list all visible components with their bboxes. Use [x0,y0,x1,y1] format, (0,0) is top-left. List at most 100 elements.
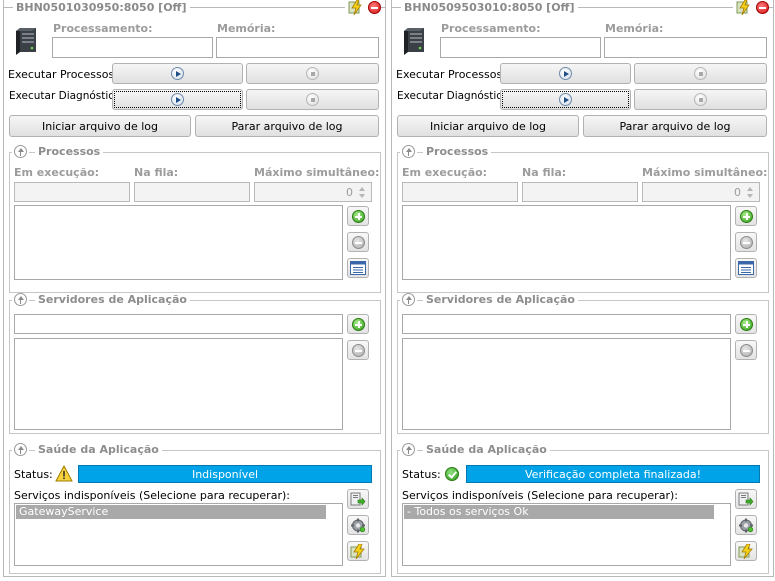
saude-title: Saúde da Aplicação [35,443,162,456]
list-icon [350,261,366,275]
server-icon [404,28,424,55]
servicos-list[interactable]: - Todos os serviços Ok [402,503,731,566]
add-server-button[interactable] [347,314,369,334]
stop-icon [694,67,707,80]
servidores-list[interactable] [402,338,731,430]
memoria-label: Memória: [217,22,276,35]
servicos-list[interactable]: GatewayService [14,503,343,566]
stop-icon [306,67,319,80]
lightning-icon[interactable] [736,0,752,15]
maximo-simultaneo-stepper[interactable]: 0 [642,182,760,202]
maximo-simultaneo-value: 0 [346,186,353,199]
start-log-button[interactable]: Iniciar arquivo de log [397,115,579,137]
servidor-input[interactable] [402,314,731,334]
stop-icon [306,93,319,106]
maximo-simultaneo-label: Máximo simultâneo: [254,166,380,179]
start-processes-button[interactable] [112,63,243,84]
chevron-down-icon[interactable] [359,194,365,198]
executar-processos-label: Executar Processos: [8,68,118,81]
stop-icon [694,93,707,106]
saude-collapse[interactable] [400,443,417,456]
collapse-icon [402,145,415,158]
remove-icon [739,343,753,357]
maximo-simultaneo-value: 0 [734,186,741,199]
close-icon[interactable] [756,1,769,14]
status-bar: Verificação completa finalizada! [466,465,760,483]
status-icon-slot [443,465,461,483]
add-icon [351,317,365,331]
executar-processos-label: Executar Processos: [396,68,506,81]
processos-list[interactable] [14,205,343,280]
list-icon [738,261,754,275]
collapse-icon [14,293,27,306]
stop-log-button[interactable]: Parar arquivo de log [583,115,767,137]
servidores-collapse[interactable] [400,293,417,306]
recover-all-button[interactable] [735,541,757,561]
recover-all-button[interactable] [347,541,369,561]
add-process-button[interactable] [347,206,369,226]
chevron-up-icon[interactable] [747,187,753,191]
status-label: Status: [14,468,53,481]
recover-service-button[interactable] [735,489,757,509]
stop-diagnostic-button[interactable] [246,89,379,110]
lightning-icon [738,543,753,559]
lightning-icon[interactable] [348,0,364,15]
servidores-list[interactable] [14,338,343,430]
na-fila-label: Na fila: [134,166,179,179]
em-execucao-label: Em execução: [402,166,488,179]
em-execucao-label: Em execução: [14,166,100,179]
servicos-indisponiveis-label: Serviços indisponíveis (Selecione para r… [14,489,290,502]
collapse-icon [402,443,415,456]
memoria-field [604,37,767,58]
process-details-button[interactable] [735,258,757,278]
processos-collapse[interactable] [400,145,417,158]
add-process-button[interactable] [735,206,757,226]
server-panel: BHN0501030950:8050 [Off] Processamento: … [3,0,386,577]
servidores-title: Servidores de Aplicação [423,293,578,306]
processos-title: Processos [423,145,492,158]
start-diagnostic-button[interactable] [500,89,631,110]
lightning-icon [350,543,365,559]
memoria-field [216,37,379,58]
list-item[interactable]: - Todos os serviços Ok [404,505,714,519]
panel-title-icons [733,0,769,15]
status-icon-slot [55,464,73,483]
start-processes-button[interactable] [500,63,631,84]
chevron-up-icon[interactable] [359,187,365,191]
gear-icon [351,518,366,532]
remove-server-button[interactable] [735,340,757,360]
spinner-arrows[interactable] [357,184,369,201]
processos-list[interactable] [402,205,731,280]
servidor-input[interactable] [14,314,343,334]
collapse-icon [402,293,415,306]
recover-service-button[interactable] [347,489,369,509]
stop-processes-button[interactable] [634,63,767,84]
close-icon[interactable] [368,1,381,14]
start-log-button[interactable]: Iniciar arquivo de log [9,115,191,137]
play-icon [559,93,572,106]
remove-process-button[interactable] [347,232,369,252]
add-icon [739,209,753,223]
settings-button[interactable] [735,515,757,535]
stop-diagnostic-button[interactable] [634,89,767,110]
saude-collapse[interactable] [12,443,29,456]
add-server-button[interactable] [735,314,757,334]
process-details-button[interactable] [347,258,369,278]
list-item[interactable]: GatewayService [16,505,326,519]
servidores-collapse[interactable] [12,293,29,306]
status-label: Status: [402,468,441,481]
processamento-field [52,37,213,58]
chevron-down-icon[interactable] [747,194,753,198]
start-diagnostic-button[interactable] [112,89,243,110]
processos-collapse[interactable] [12,145,29,158]
spinner-arrows[interactable] [745,184,757,201]
stop-log-button[interactable]: Parar arquivo de log [195,115,379,137]
maximo-simultaneo-stepper[interactable]: 0 [254,182,372,202]
warning-icon [55,464,73,482]
remove-icon [351,235,365,249]
settings-button[interactable] [347,515,369,535]
remove-process-button[interactable] [735,232,757,252]
servicos-indisponiveis-label: Serviços indisponíveis (Selecione para r… [402,489,678,502]
remove-server-button[interactable] [347,340,369,360]
stop-processes-button[interactable] [246,63,379,84]
